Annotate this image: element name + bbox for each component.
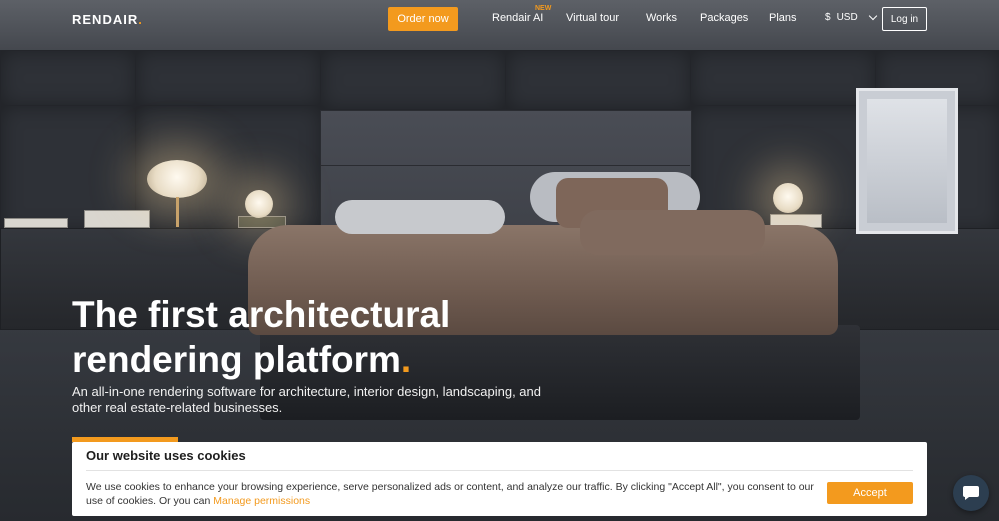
lamp-left-large <box>147 160 207 198</box>
manage-permissions-link[interactable]: Manage permissions <box>213 495 310 507</box>
picture-frame-art <box>867 99 947 223</box>
currency-selector[interactable]: $ USD <box>825 11 877 23</box>
top-navigation: RENDAIR. Order now NEW Rendair AI Virtua… <box>0 0 999 50</box>
logo-text: RENDAIR <box>72 12 139 27</box>
books <box>4 218 68 228</box>
chevron-down-icon <box>868 11 877 21</box>
nav-item-virtual-tour[interactable]: Virtual tour <box>566 12 619 24</box>
new-badge: NEW <box>535 5 552 12</box>
wall-panel <box>0 50 137 107</box>
divider <box>86 470 913 471</box>
logo[interactable]: RENDAIR. <box>72 12 143 27</box>
headline-line-2: rendering platform. <box>72 337 592 382</box>
hero-headline: The first architectural rendering platfo… <box>72 292 592 382</box>
headboard-seam <box>320 165 690 166</box>
headline-line-2-text: rendering platform <box>72 339 401 380</box>
order-now-button[interactable]: Order now <box>388 7 458 31</box>
headline-line-1: The first architectural <box>72 294 451 335</box>
lamp-right <box>773 183 803 213</box>
lamp-stem <box>176 197 179 227</box>
wall-panel <box>505 50 692 110</box>
nav-item-rendair-ai[interactable]: Rendair AI <box>492 12 543 24</box>
cookie-banner: Our website uses cookies We use cookies … <box>72 442 927 516</box>
nav-item-works[interactable]: Works <box>646 12 677 24</box>
cookie-body: We use cookies to enhance your browsing … <box>86 481 814 507</box>
books <box>84 210 150 228</box>
login-button[interactable]: Log in <box>882 7 927 31</box>
nav-item-packages[interactable]: Packages <box>700 12 748 24</box>
cookie-text: We use cookies to enhance your browsing … <box>86 480 821 508</box>
nav-item-plans[interactable]: Plans <box>769 12 797 24</box>
chat-button[interactable] <box>953 475 989 511</box>
hero-subtext: An all-in-one rendering software for arc… <box>72 384 541 415</box>
logo-dot: . <box>138 12 143 27</box>
cookie-title: Our website uses cookies <box>86 448 246 463</box>
accept-cookies-button[interactable]: Accept <box>827 482 913 504</box>
pillow <box>335 200 505 234</box>
picture-frame <box>856 88 958 234</box>
wall-panel <box>690 50 877 107</box>
wall-panel <box>320 50 507 110</box>
currency-code: USD <box>836 12 858 23</box>
lamp-left-small <box>245 190 273 218</box>
currency-symbol: $ <box>825 12 831 23</box>
headline-dot: . <box>400 339 412 380</box>
pillow-accent <box>580 210 765 255</box>
chat-bubble-icon <box>963 486 979 500</box>
wall-panel <box>135 50 322 107</box>
